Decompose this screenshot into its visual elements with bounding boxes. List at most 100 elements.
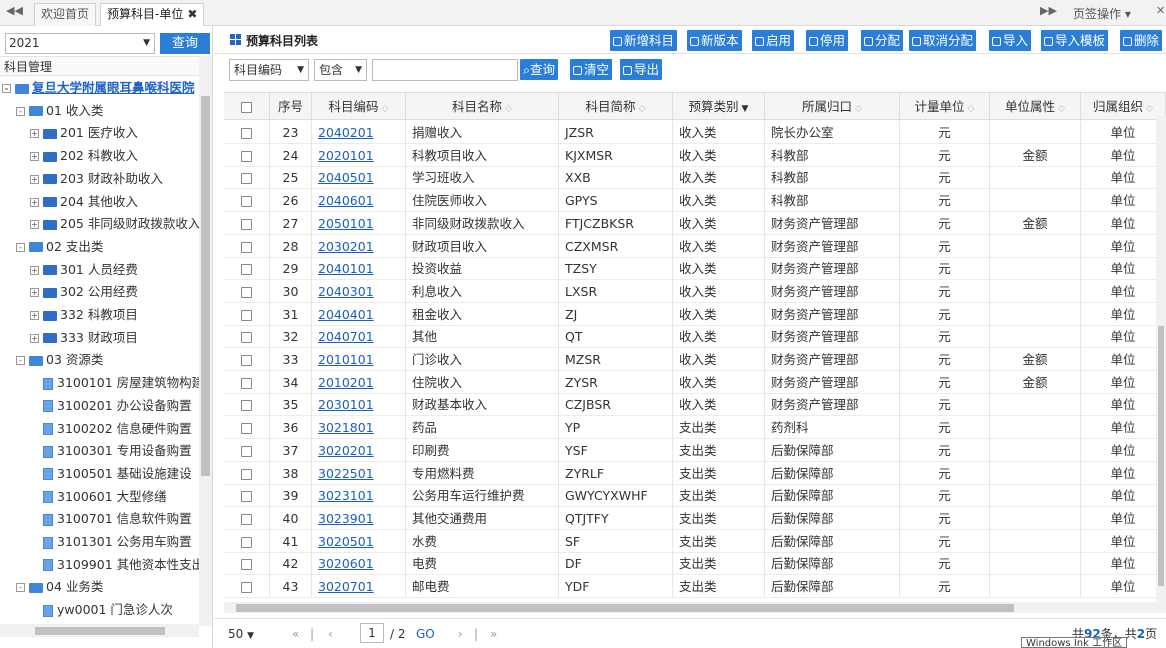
subject-code-link[interactable]: 3022501 <box>318 466 374 481</box>
row-checkbox[interactable] <box>224 166 270 190</box>
row-checkbox[interactable] <box>224 325 270 349</box>
subject-code-link[interactable]: 2030101 <box>318 397 374 412</box>
sort-icon[interactable]: ◇ <box>505 104 512 114</box>
table-horizontal-scrollbar[interactable] <box>224 602 1166 613</box>
row-checkbox[interactable] <box>224 211 270 235</box>
row-checkbox[interactable] <box>224 121 270 144</box>
subject-code-link[interactable]: 2010101 <box>318 352 374 367</box>
scroll-right-icon[interactable]: ▶▶ <box>1040 4 1057 17</box>
table-row[interactable]: 35 2030101 财政基本收入 CZJBSR 收入类 财务资产管理部 元 单位 <box>224 393 1166 417</box>
row-checkbox[interactable] <box>224 461 270 485</box>
toolbar-button-6[interactable]: 取消分配 <box>909 30 977 51</box>
subject-code-link[interactable]: 3023901 <box>318 511 374 526</box>
sort-icon[interactable]: ◇ <box>639 104 646 114</box>
table-row[interactable]: 27 2050101 非同级财政拨款收入 FTJCZBKSR 收入类 财务资产管理部 元 金额… <box>224 211 1166 235</box>
table-row[interactable]: 24 2020101 科教项目收入 KJXMSR 收入类 科教部 元 金额 单位 <box>224 143 1166 167</box>
toolbar-button-2[interactable]: 新版本 <box>687 30 742 51</box>
toolbar-button-5[interactable]: 分配 <box>861 30 904 51</box>
table-row[interactable]: 32 2040701 其他 QT 收入类 财务资产管理部 元 单位 <box>224 325 1166 349</box>
tree-node[interactable]: +301 人员经费 <box>30 259 138 281</box>
sort-icon[interactable]: ◇ <box>1146 104 1153 114</box>
table-row[interactable]: 31 2040401 租金收入 ZJ 收入类 财务资产管理部 元 单位 <box>224 302 1166 326</box>
row-checkbox[interactable] <box>224 438 270 462</box>
scroll-left-icon[interactable]: ◀◀ <box>6 4 23 17</box>
expand-icon[interactable]: + <box>30 220 39 230</box>
tree-node[interactable]: 3109901 其他资本性支出 <box>30 554 199 576</box>
toolbar-button-8[interactable]: 导入模板 <box>1041 30 1109 51</box>
table-row[interactable]: 25 2040501 学习班收入 XXB 收入类 科教部 元 单位 <box>224 166 1166 190</box>
select-all-checkbox[interactable] <box>224 93 270 120</box>
tree-vertical-scrollbar[interactable] <box>199 56 212 626</box>
row-checkbox[interactable] <box>224 370 270 394</box>
scroll-thumb[interactable] <box>201 96 210 476</box>
table-row[interactable]: 36 3021801 药品 YP 支出类 药剂科 元 单位 <box>224 416 1166 440</box>
subject-code-link[interactable]: 2020101 <box>318 148 374 163</box>
last-page-icon[interactable]: » <box>490 624 497 644</box>
row-checkbox[interactable] <box>224 143 270 167</box>
first-page-icon[interactable]: « <box>292 624 299 644</box>
page-size-select[interactable]: 50 ▼ <box>228 624 272 644</box>
column-header[interactable]: 科目名称 ◇ <box>406 93 559 120</box>
table-row[interactable]: 29 2040101 投资收益 TZSY 收入类 财务资产管理部 元 单位 <box>224 257 1166 281</box>
expand-icon[interactable]: + <box>30 265 39 275</box>
scroll-thumb[interactable] <box>1158 326 1164 586</box>
filter-query-button[interactable]: ⌕查询 <box>520 59 559 80</box>
scroll-thumb[interactable] <box>35 627 165 635</box>
column-header[interactable]: 科目编码 ◇ <box>312 93 406 120</box>
row-checkbox[interactable] <box>224 552 270 576</box>
tree-node[interactable]: +302 公用经费 <box>30 281 138 303</box>
table-row[interactable]: 41 3020501 水费 SF 支出类 后勤保障部 元 单位 <box>224 529 1166 553</box>
tree-node[interactable]: +204 其他收入 <box>30 191 138 213</box>
scroll-thumb[interactable] <box>236 604 1014 612</box>
toolbar-button-3[interactable]: 启用 <box>752 30 795 51</box>
column-header[interactable]: 预算类别 ▼ <box>673 93 765 120</box>
column-header[interactable]: 单位属性 ◇ <box>990 93 1081 120</box>
row-checkbox[interactable] <box>224 189 270 213</box>
row-checkbox[interactable] <box>224 348 270 371</box>
table-row[interactable]: 30 2040301 利息收入 LXSR 收入类 财务资产管理部 元 单位 <box>224 279 1166 303</box>
tree-node[interactable]: 3100101 房屋建筑物构建 <box>30 372 199 394</box>
subject-code-link[interactable]: 2040501 <box>318 170 374 185</box>
collapse-icon[interactable]: - <box>16 356 25 366</box>
table-vertical-scrollbar[interactable] <box>1156 116 1166 602</box>
row-checkbox[interactable] <box>224 257 270 281</box>
subject-code-link[interactable]: 2040101 <box>318 261 374 276</box>
sort-desc-icon[interactable]: ▼ <box>742 104 749 114</box>
tree-node[interactable]: 3101301 公务用车购置 <box>30 531 192 553</box>
table-row[interactable]: 39 3023101 公务用车运行维护费 GWYCYXWHF 支出类 后勤保障部 元 单位 <box>224 484 1166 508</box>
tree-node[interactable]: - 01 收入类 <box>16 100 103 122</box>
column-header[interactable]: 所属归口 ◇ <box>765 93 900 120</box>
close-all-icon[interactable]: ✕ <box>1156 4 1165 17</box>
expand-icon[interactable]: + <box>30 311 39 320</box>
year-select[interactable]: 2021 ▼ <box>5 33 155 54</box>
toolbar-button-1[interactable]: 新增科目 <box>610 30 678 51</box>
expand-icon[interactable]: + <box>30 129 39 139</box>
row-checkbox[interactable] <box>224 393 270 417</box>
tab-budget-subject[interactable]: 预算科目-单位 ✖ <box>100 3 205 26</box>
filter-value-input[interactable] <box>372 59 518 81</box>
tree-node[interactable]: +202 科教收入 <box>30 145 138 167</box>
row-checkbox[interactable] <box>224 575 270 598</box>
subject-code-link[interactable]: 2040601 <box>318 193 374 208</box>
subject-code-link[interactable]: 3020601 <box>318 556 374 571</box>
tree-node[interactable]: 3100701 信息软件购置 <box>30 508 192 530</box>
subject-code-link[interactable]: 3023101 <box>318 488 374 503</box>
column-header[interactable]: 计量单位 ◇ <box>900 93 990 120</box>
tree-horizontal-scrollbar[interactable] <box>0 624 199 637</box>
filter-operator-select[interactable]: 包含 ▼ <box>314 59 367 81</box>
subject-code-link[interactable]: 2050101 <box>318 216 374 231</box>
table-row[interactable]: 28 2030201 财政项目收入 CZXMSR 收入类 财务资产管理部 元 单位 <box>224 234 1166 258</box>
tree-node[interactable]: +201 医疗收入 <box>30 122 138 144</box>
column-header[interactable]: 序号 <box>270 93 312 120</box>
tab-ops-menu[interactable]: 页签操作 ▾ <box>1073 5 1131 22</box>
next-page-icon[interactable]: › <box>458 624 463 644</box>
subject-code-link[interactable]: 3020501 <box>318 534 374 549</box>
collapse-icon[interactable]: - <box>16 583 25 593</box>
go-button[interactable]: GO <box>416 624 435 644</box>
row-checkbox[interactable] <box>224 484 270 508</box>
tree-node[interactable]: - 复旦大学附属眼耳鼻喉科医院 <box>2 77 195 99</box>
row-checkbox[interactable] <box>224 302 270 326</box>
row-checkbox[interactable] <box>224 234 270 258</box>
table-row[interactable]: 33 2010101 门诊收入 MZSR 收入类 财务资产管理部 元 金额 单位 <box>224 348 1166 371</box>
subject-code-link[interactable]: 3020701 <box>318 579 374 594</box>
